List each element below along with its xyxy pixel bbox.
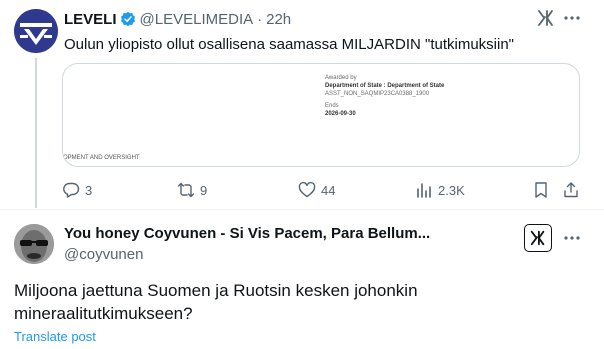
share-button[interactable] <box>562 180 585 200</box>
view-count: 2.3K <box>438 182 465 198</box>
tweet-coyvunen[interactable]: You honey Coyvunen - Si Vis Pacem, Para … <box>0 210 604 349</box>
handle[interactable]: @LEVELIMEDIA <box>140 11 254 28</box>
like-button[interactable]: 44 <box>298 180 335 200</box>
reply-icon <box>63 182 80 198</box>
reply-count: 3 <box>85 182 93 198</box>
share-icon <box>564 182 578 198</box>
more-options-icon[interactable] <box>562 8 582 28</box>
bookmark-button[interactable] <box>532 180 555 200</box>
card-content: Awarded by Department of State : Departm… <box>325 74 444 118</box>
awarded-by-value: Department of State : Department of Stat… <box>325 83 445 89</box>
repost-button[interactable]: 9 <box>177 180 207 200</box>
bookmark-icon <box>535 182 547 198</box>
separator-dot: · <box>257 10 263 28</box>
awarded-by-label: Awarded by <box>325 75 357 81</box>
grok-icon[interactable] <box>536 8 556 28</box>
reply-button[interactable]: 3 <box>62 180 92 200</box>
views-icon <box>417 183 431 198</box>
ends-value: 2026-09-30 <box>325 111 356 117</box>
tweet-header: LEVELI @LEVELIMEDIA · 22h <box>64 10 291 28</box>
ends-label: Ends <box>325 103 339 109</box>
tweet-text: Oulun yliopisto ollut osallisena saamass… <box>64 36 514 53</box>
leveli-avatar[interactable] <box>14 9 58 53</box>
repost-count: 9 <box>200 182 208 198</box>
tweet-leveli[interactable]: LEVELI @LEVELIMEDIA · 22h Oulun yliopist… <box>0 0 604 210</box>
grok-icon[interactable] <box>524 224 552 252</box>
heart-icon <box>298 181 316 198</box>
image-card[interactable]: Awarded by Department of State : Departm… <box>62 63 580 167</box>
action-bar: 3 9 44 2.3K <box>62 180 588 200</box>
verified-badge-icon <box>120 11 136 27</box>
timestamp[interactable]: 22h <box>266 11 291 28</box>
display-name[interactable]: You honey Coyvunen - Si Vis Pacem, Para … <box>64 225 430 242</box>
thread-line <box>35 58 37 208</box>
leveli-logo-icon <box>14 9 58 53</box>
card-footer-text: OPMENT AND OVERSIGHT <box>63 155 140 161</box>
tweet-text: Miljoona jaettuna Suomen ja Ruotsin kesk… <box>14 281 418 323</box>
views-button[interactable]: 2.3K <box>415 180 465 200</box>
face-with-sunglasses-icon <box>14 224 54 264</box>
like-count: 44 <box>321 182 336 198</box>
award-code: ASST_NON_SAQMIP23CA0388_1900 <box>325 91 430 97</box>
translate-post-link[interactable]: Translate post <box>14 329 96 344</box>
coyvunen-avatar[interactable] <box>14 224 54 264</box>
repost-icon <box>177 182 195 198</box>
more-options-icon[interactable] <box>562 228 582 248</box>
handle[interactable]: @coyvunen <box>64 246 143 263</box>
display-name[interactable]: LEVELI <box>64 11 117 28</box>
